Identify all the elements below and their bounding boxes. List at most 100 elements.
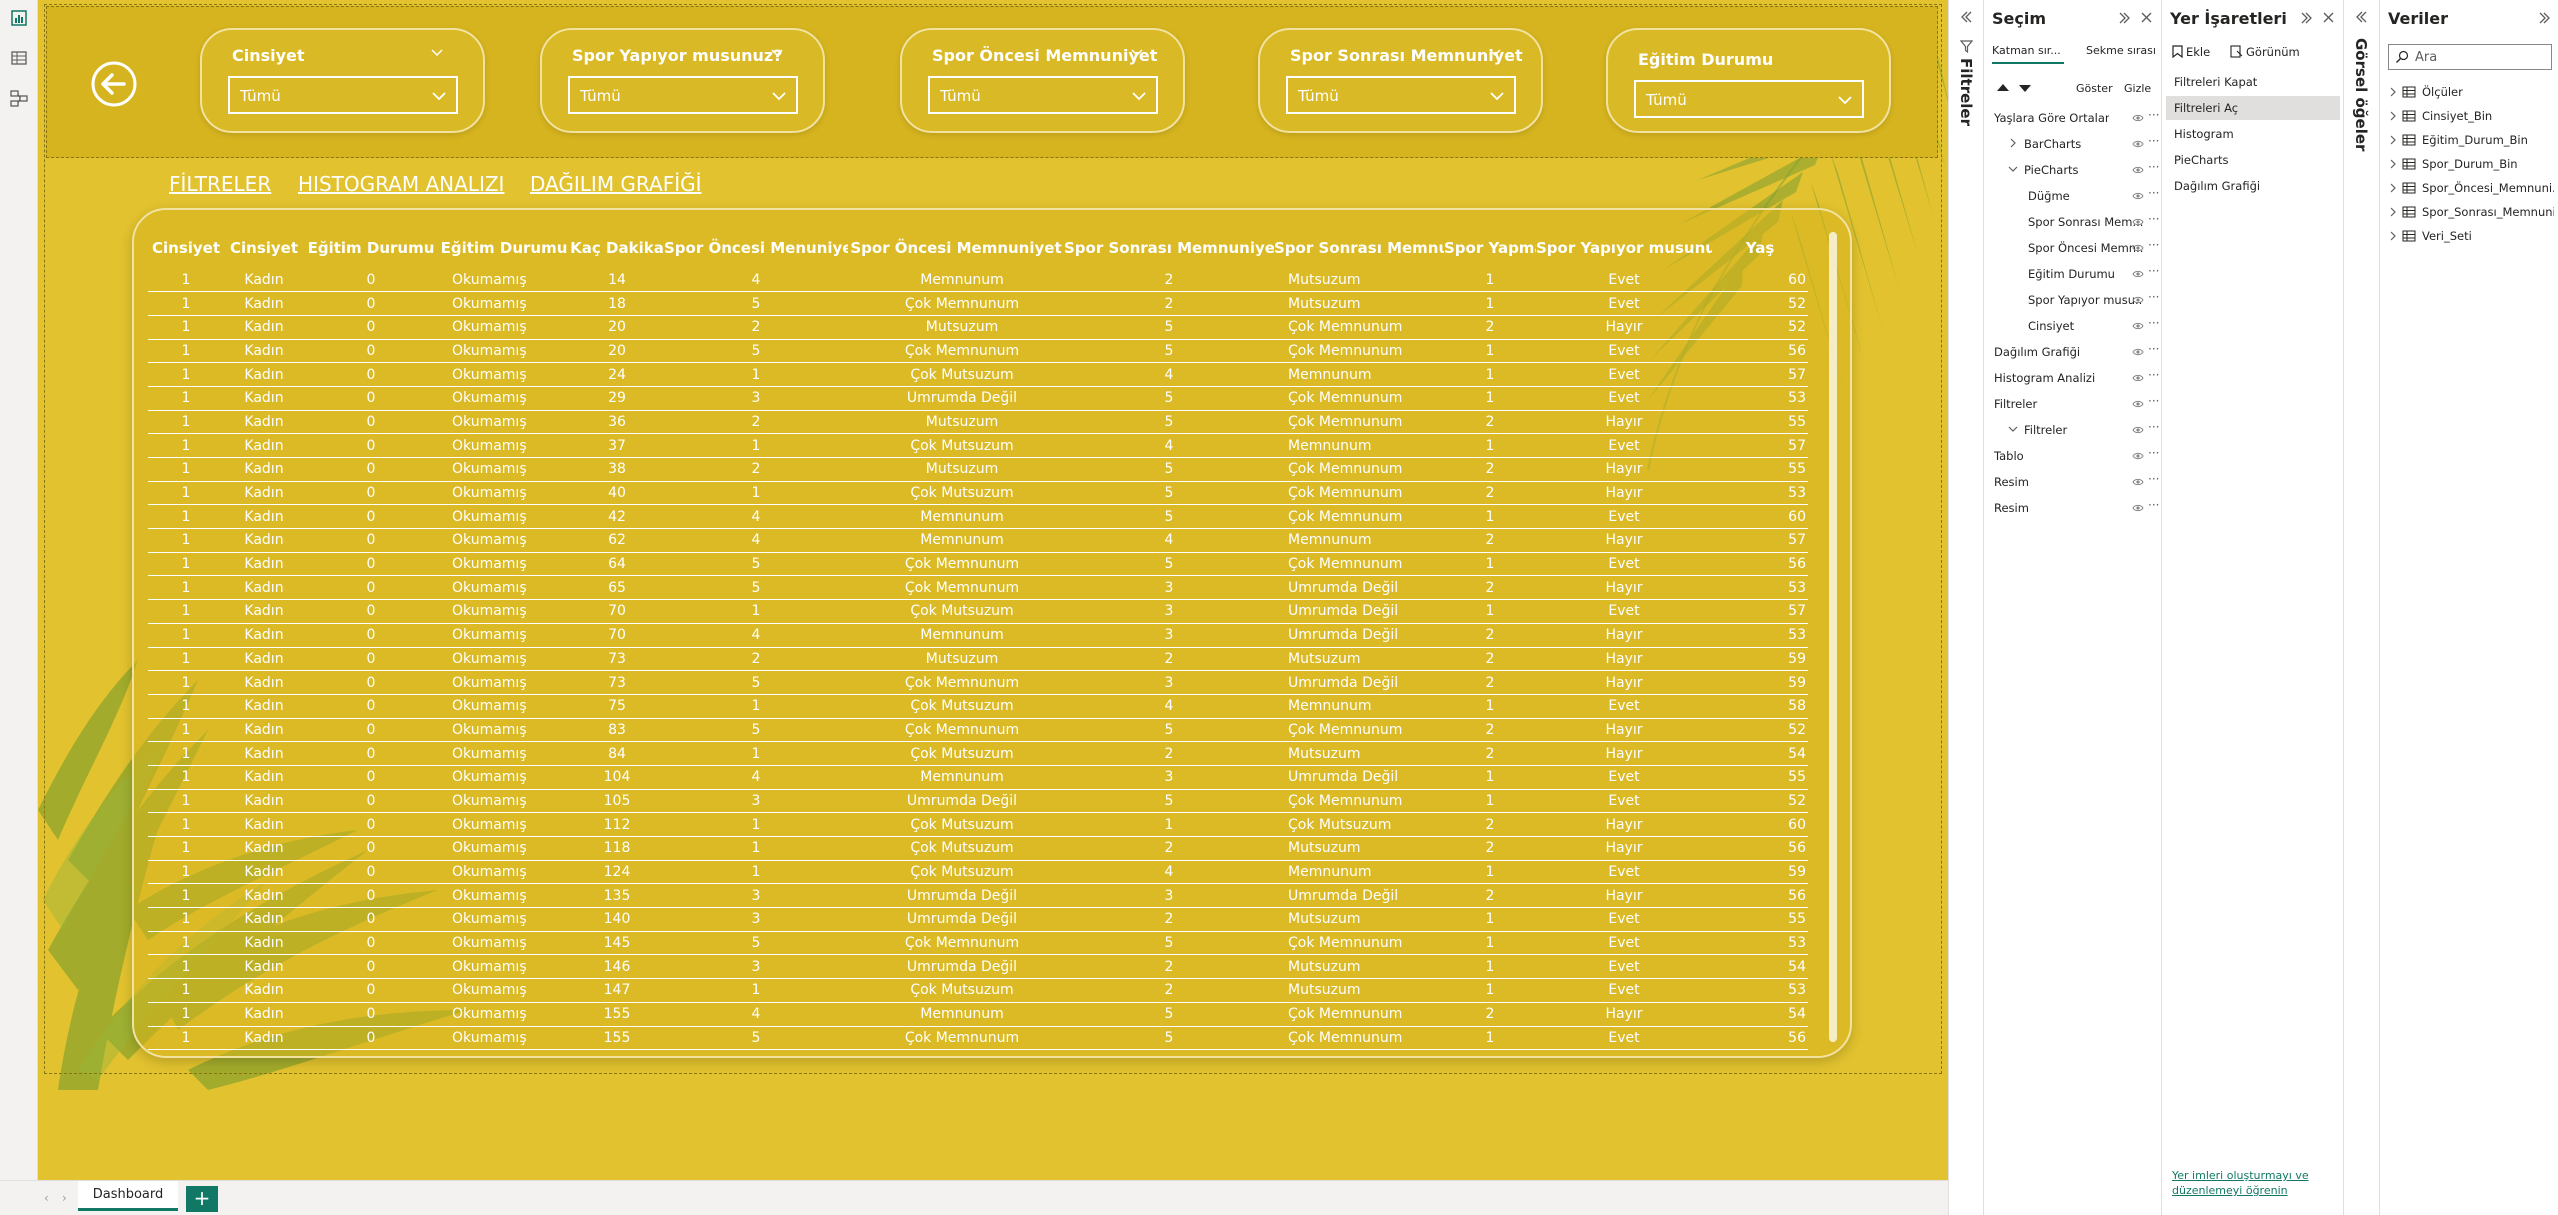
close-icon[interactable] bbox=[2322, 11, 2335, 24]
collapse-pane-icon[interactable] bbox=[2538, 11, 2552, 25]
more-options-icon[interactable]: ··· bbox=[2148, 446, 2159, 460]
selection-item[interactable]: Eğitim Durumu ··· bbox=[1990, 262, 2159, 288]
chevron-down-icon[interactable] bbox=[771, 46, 783, 58]
visibility-eye-icon[interactable] bbox=[2132, 477, 2144, 487]
chevron-down-icon[interactable] bbox=[2008, 424, 2018, 434]
visibility-eye-icon[interactable] bbox=[2132, 503, 2144, 513]
slicer-spor-oncesi[interactable]: Spor Öncesi Memnuniyet Tümü bbox=[900, 28, 1185, 133]
visuals-pane-collapsed[interactable]: Görsel öğeler bbox=[2344, 0, 2380, 1215]
tab-dashboard[interactable]: Dashboard bbox=[78, 1181, 178, 1211]
table-scrollbar[interactable] bbox=[1829, 232, 1837, 1042]
selection-item[interactable]: Tablo ··· bbox=[1990, 444, 2159, 470]
view-icon[interactable] bbox=[2230, 45, 2243, 58]
bookmark-item[interactable]: Filtreleri Aç bbox=[2166, 96, 2340, 120]
more-options-icon[interactable]: ··· bbox=[2148, 394, 2159, 408]
tab-layer-order[interactable]: Katman sır... bbox=[1992, 44, 2061, 57]
selection-item[interactable]: BarCharts ··· bbox=[1990, 132, 2159, 158]
visibility-eye-icon[interactable] bbox=[2132, 269, 2144, 279]
data-table-item[interactable]: Spor_Sonrası_Memnuni... bbox=[2386, 200, 2556, 224]
column-header[interactable]: Spor Yapıyor musunuz? bbox=[1536, 228, 1712, 268]
bookmark-view-button[interactable]: Görünüm bbox=[2246, 45, 2300, 59]
more-options-icon[interactable]: ··· bbox=[2148, 342, 2159, 356]
column-header[interactable]: Cinsiyet bbox=[148, 228, 224, 268]
slicer-cinsiyet[interactable]: Cinsiyet Tümü bbox=[200, 28, 485, 133]
bookmark-item[interactable]: Dağılım Grafiği bbox=[2166, 174, 2340, 198]
back-arrow-icon[interactable] bbox=[90, 60, 138, 108]
data-table-item[interactable]: Eğitim_Durum_Bin bbox=[2386, 128, 2556, 152]
column-header[interactable]: Spor Öncesi Menuniyet bbox=[664, 228, 848, 268]
more-options-icon[interactable]: ··· bbox=[2148, 498, 2159, 512]
data-table-item[interactable]: Spor_Durum_Bin bbox=[2386, 152, 2556, 176]
more-options-icon[interactable]: ··· bbox=[2148, 264, 2159, 278]
selection-item[interactable]: Spor Yapıyor musu... ··· bbox=[1990, 288, 2159, 314]
column-header[interactable]: Spor Öncesi Memnuniyet bbox=[848, 228, 1064, 268]
table-scrollbar-thumb[interactable] bbox=[1829, 232, 1837, 1042]
filters-pane-label[interactable]: Filtreler bbox=[1957, 58, 1975, 126]
visibility-eye-icon[interactable] bbox=[2132, 373, 2144, 383]
visibility-eye-icon[interactable] bbox=[2132, 321, 2144, 331]
show-all-button[interactable]: Göster bbox=[2076, 82, 2113, 95]
table-view-icon[interactable] bbox=[9, 48, 29, 68]
tab-tab-order[interactable]: Sekme sırası bbox=[2086, 44, 2156, 57]
bookmark-item[interactable]: Filtreleri Kapat bbox=[2166, 70, 2340, 94]
slicer-dropdown[interactable]: Tümü bbox=[568, 76, 798, 114]
chevron-right-icon[interactable] bbox=[2008, 138, 2018, 148]
visuals-pane-label[interactable]: Görsel öğeler bbox=[2352, 38, 2370, 151]
selection-item[interactable]: Filtreler ··· bbox=[1990, 392, 2159, 418]
collapse-pane-icon[interactable] bbox=[2118, 11, 2132, 25]
learn-bookmarks-link[interactable]: Yer imleri oluşturmayı ve düzenlemeyi öğ… bbox=[2172, 1168, 2322, 1198]
more-options-icon[interactable]: ··· bbox=[2148, 420, 2159, 434]
chevron-right-icon[interactable] bbox=[2388, 87, 2398, 97]
collapse-pane-icon[interactable] bbox=[2300, 11, 2314, 25]
selection-item[interactable]: Resim ··· bbox=[1990, 496, 2159, 522]
slicer-dropdown[interactable]: Tümü bbox=[228, 76, 458, 114]
column-header[interactable]: Yaş bbox=[1712, 228, 1808, 268]
data-search-input[interactable]: Ara bbox=[2388, 44, 2552, 70]
more-options-icon[interactable]: ··· bbox=[2148, 238, 2159, 252]
chevron-right-icon[interactable] bbox=[2388, 111, 2398, 121]
chevron-right-icon[interactable] bbox=[2388, 159, 2398, 169]
move-down-icon[interactable] bbox=[2018, 84, 2032, 94]
report-view-icon[interactable] bbox=[9, 8, 29, 28]
column-header[interactable]: Spor Yapmak bbox=[1444, 228, 1536, 268]
selection-item[interactable]: Histogram Analizi ··· bbox=[1990, 366, 2159, 392]
chevron-down-icon[interactable] bbox=[431, 46, 443, 58]
chevron-right-icon[interactable] bbox=[2388, 135, 2398, 145]
slicer-dropdown[interactable]: Tümü bbox=[928, 76, 1158, 114]
chevron-down-icon[interactable] bbox=[2008, 164, 2018, 174]
column-header[interactable]: Spor Sonrası Memnuniyet bbox=[1274, 228, 1444, 268]
selection-item[interactable]: PieCharts ··· bbox=[1990, 158, 2159, 184]
visibility-eye-icon[interactable] bbox=[2132, 113, 2144, 123]
more-options-icon[interactable]: ··· bbox=[2148, 108, 2159, 122]
chevron-right-icon[interactable] bbox=[2388, 207, 2398, 217]
data-table-item[interactable]: Ölçüler bbox=[2386, 80, 2556, 104]
visibility-eye-icon[interactable] bbox=[2132, 295, 2144, 305]
selection-item[interactable]: Yaşlara Göre Ortalama ... ··· bbox=[1990, 106, 2159, 132]
column-header[interactable]: Spor Sonrası Memnuniyet bbox=[1064, 228, 1274, 268]
selection-item[interactable]: Spor Sonrası Mem... ··· bbox=[1990, 210, 2159, 236]
visibility-eye-icon[interactable] bbox=[2132, 399, 2144, 409]
column-header[interactable]: Kaç Dakika bbox=[570, 228, 664, 268]
chevron-right-icon[interactable] bbox=[2388, 231, 2398, 241]
bookmark-item[interactable]: Histogram bbox=[2166, 122, 2340, 146]
more-options-icon[interactable]: ··· bbox=[2148, 368, 2159, 382]
bookmark-add-button[interactable]: Ekle bbox=[2186, 45, 2210, 59]
prev-page-icon[interactable]: ‹ bbox=[44, 1191, 54, 1205]
visibility-eye-icon[interactable] bbox=[2132, 451, 2144, 461]
visibility-eye-icon[interactable] bbox=[2132, 165, 2144, 175]
chevron-down-icon[interactable] bbox=[1131, 46, 1143, 58]
selection-item[interactable]: Düğme ··· bbox=[1990, 184, 2159, 210]
selection-item[interactable]: Cinsiyet ··· bbox=[1990, 314, 2159, 340]
more-options-icon[interactable]: ··· bbox=[2148, 472, 2159, 486]
close-icon[interactable] bbox=[2140, 11, 2153, 24]
selection-item[interactable]: Dağılım Grafiği ··· bbox=[1990, 340, 2159, 366]
filters-pane-collapsed[interactable]: Filtreler bbox=[1948, 0, 1984, 1215]
slicer-spor-sonrasi[interactable]: Spor Sonrası Memnuniyet Tümü bbox=[1258, 28, 1543, 133]
visibility-eye-icon[interactable] bbox=[2132, 425, 2144, 435]
data-table-item[interactable]: Cinsiyet_Bin bbox=[2386, 104, 2556, 128]
more-options-icon[interactable]: ··· bbox=[2148, 212, 2159, 226]
selection-item[interactable]: Spor Öncesi Memn... ··· bbox=[1990, 236, 2159, 262]
expand-pane-icon[interactable] bbox=[2354, 10, 2368, 24]
slicer-dropdown[interactable]: Tümü bbox=[1286, 76, 1516, 114]
data-table-item[interactable]: Veri_Seti bbox=[2386, 224, 2556, 248]
